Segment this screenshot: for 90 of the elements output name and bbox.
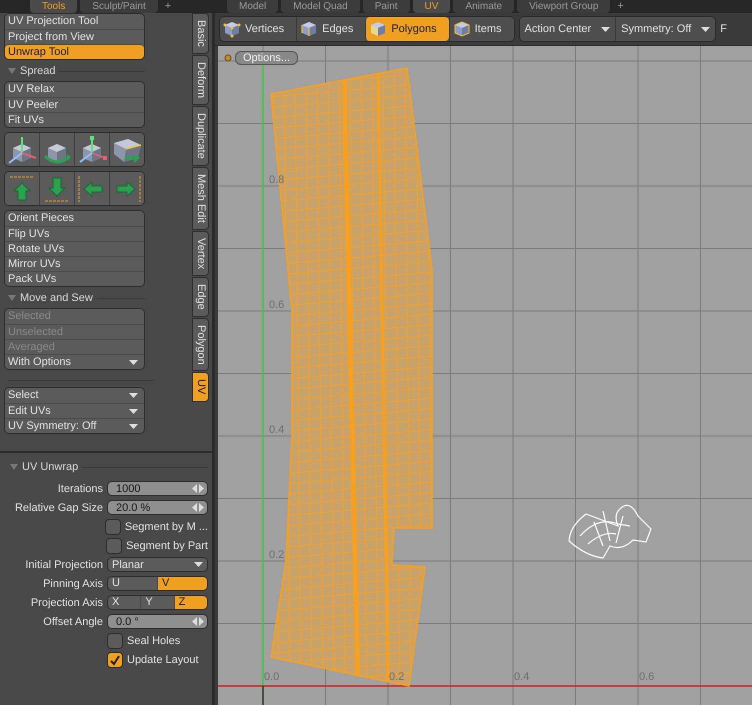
field-label: Iterations [56, 482, 103, 494]
checkbox[interactable] [107, 652, 123, 668]
workspace-tab[interactable]: UV [412, 0, 450, 13]
caret-icon [701, 26, 710, 32]
dropdown-menu[interactable]: UV Symmetry: Off [5, 418, 144, 433]
caret-icon [194, 562, 203, 567]
side-tab[interactable]: Duplicate [192, 106, 209, 166]
options-button[interactable]: Options... [235, 51, 298, 65]
dropdown-field[interactable]: Planar [107, 557, 208, 572]
caret-icon [601, 26, 610, 32]
workspace-tab[interactable]: Sculpt/Paint [80, 0, 158, 13]
checkbox[interactable] [106, 538, 122, 554]
tool-button[interactable]: Fit UVs [5, 112, 144, 127]
section-title: Spread [20, 65, 56, 77]
rotate-tool-button[interactable] [39, 133, 74, 166]
cube-icon [452, 20, 471, 38]
field-label: Pinning Axis [42, 578, 103, 590]
dropdown-menu[interactable]: With Options [5, 354, 144, 369]
transform-tool-button[interactable] [5, 133, 39, 166]
workspace-tab[interactable]: Viewport Group [517, 0, 610, 13]
tool-button[interactable]: UV Peeler [5, 97, 144, 112]
workspace-tab[interactable]: Paint [362, 0, 410, 13]
tool-button[interactable]: Mirror UVs [5, 256, 144, 271]
tool-button[interactable]: UV Projection Tool [5, 14, 144, 29]
side-tab[interactable]: Basic [192, 13, 209, 54]
number-field[interactable]: 20.0 % [107, 500, 208, 515]
workspace-tab[interactable]: Model [227, 0, 278, 13]
section-title: Move and Sew [20, 292, 93, 304]
toolbar-label: F [720, 23, 727, 35]
checkbox-label: Update Layout [127, 654, 199, 666]
checkmark-icon [109, 654, 121, 666]
tool-button[interactable]: Pack UVs [5, 271, 144, 286]
side-tab[interactable]: Deform [192, 54, 209, 105]
align-right-button[interactable] [109, 172, 144, 205]
cube-icon [369, 20, 388, 38]
number-field[interactable]: 1000 [107, 481, 208, 496]
spinner-arrows-icon [192, 617, 204, 626]
checkbox-label: Segment by M ... [124, 520, 208, 532]
workspace-tab[interactable]: Model Quad [281, 0, 360, 13]
checkbox[interactable] [104, 518, 121, 534]
workspace-tab[interactable]: Animate [453, 0, 514, 13]
spinner-arrows-icon [192, 503, 204, 512]
checkbox-label: Seal Holes [127, 634, 180, 646]
dropdown-menu[interactable]: Action Center [520, 17, 616, 41]
side-tab[interactable]: Polygon [192, 318, 209, 372]
side-tab[interactable]: Vertex [192, 230, 209, 276]
dot-icon [224, 54, 232, 62]
tool-button[interactable]: Orient Pieces [5, 211, 144, 226]
cube-icon [300, 20, 318, 38]
shear-tool-button[interactable] [109, 133, 144, 166]
caret-icon [129, 393, 138, 398]
collapse-triangle-icon [8, 295, 16, 301]
workspace-tab[interactable]: Tools [30, 0, 78, 13]
selection-mode-button[interactable]: Items [448, 17, 514, 41]
selection-mode-button[interactable]: Vertices [220, 17, 296, 41]
field-label: Initial Projection [24, 558, 103, 570]
dropdown-menu[interactable]: Symmetry: Off [615, 17, 716, 41]
side-tab[interactable]: Mesh Edit [192, 166, 209, 230]
spinner-arrows-icon [192, 484, 204, 493]
field-label: Projection Axis [30, 596, 103, 608]
caret-icon [129, 424, 138, 428]
number-field[interactable]: 0.0 ° [107, 614, 208, 629]
tool-button[interactable]: Unwrap Tool [5, 44, 144, 59]
tool-button[interactable]: Flip UVs [5, 226, 144, 241]
collapse-triangle-icon [8, 68, 16, 74]
field-label: Relative Gap Size [14, 502, 103, 514]
dropdown-menu[interactable]: Select [5, 388, 144, 403]
section-title: UV Unwrap [22, 461, 78, 473]
tool-button[interactable]: UV Relax [5, 82, 144, 97]
caret-icon [129, 360, 138, 364]
field-label: Offset Angle [42, 616, 103, 628]
checkbox-label: Segment by Part [126, 540, 208, 552]
side-tab[interactable]: Edge [192, 276, 209, 317]
dropdown-menu[interactable]: Edit UVs [5, 403, 144, 418]
tool-button[interactable]: Rotate UVs [5, 241, 144, 256]
segment-option[interactable]: U [108, 577, 157, 590]
selection-mode-button[interactable]: Edges [296, 17, 366, 41]
caret-icon [129, 408, 138, 414]
cube-icon [223, 20, 241, 38]
segment-option[interactable]: X [108, 596, 140, 609]
side-tab[interactable]: UV [192, 372, 209, 402]
selection-mode-button[interactable]: Polygons [365, 17, 449, 41]
add-tab-button[interactable]: + [613, 0, 628, 13]
checkbox[interactable] [107, 632, 123, 648]
segment-option[interactable]: Z [174, 596, 207, 609]
move-tool-button[interactable] [74, 133, 109, 166]
origin-line [262, 686, 264, 705]
segment-option[interactable]: V [157, 577, 207, 590]
collapse-triangle-icon [10, 464, 18, 470]
add-tab-button[interactable]: + [160, 0, 176, 13]
